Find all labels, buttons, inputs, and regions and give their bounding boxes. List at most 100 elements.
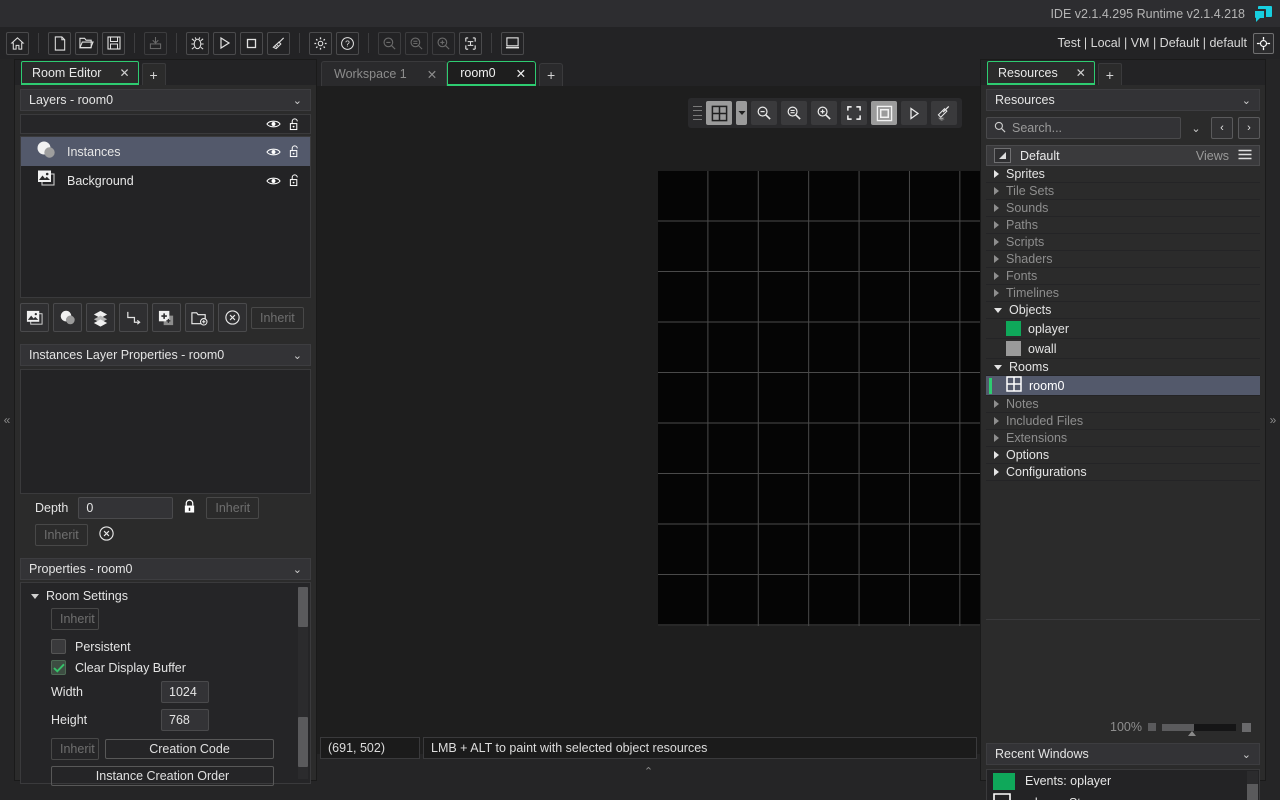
zoom-slider[interactable]: [1162, 723, 1236, 736]
tree-item-owall[interactable]: owall: [986, 339, 1260, 359]
room-canvas[interactable]: [317, 86, 1263, 754]
zoom-reset-icon[interactable]: [405, 31, 428, 55]
new-file-icon[interactable]: [48, 31, 71, 55]
tab-room0[interactable]: room0 ✕: [447, 61, 537, 86]
chevron-down-icon[interactable]: ⌄: [1242, 748, 1251, 761]
zoom-in-icon[interactable]: [432, 31, 455, 55]
tree-item-notes[interactable]: Notes: [986, 396, 1260, 413]
unlock-icon[interactable]: [289, 174, 300, 187]
recent-windows-scrollbar[interactable]: [1247, 771, 1258, 800]
stop-icon[interactable]: [240, 31, 263, 55]
add-editor-tab-button[interactable]: +: [539, 63, 564, 86]
layer-inherit-button[interactable]: Inherit: [251, 306, 304, 329]
tree-item-tile-sets[interactable]: Tile Sets: [986, 183, 1260, 200]
layers-section-header[interactable]: Layers - room0 ⌄: [20, 89, 311, 111]
persistent-row[interactable]: Persistent: [21, 636, 310, 657]
tree-item-included-files[interactable]: Included Files: [986, 413, 1260, 430]
path-layer-icon[interactable]: [119, 303, 148, 332]
show-viewport-button[interactable]: [871, 101, 897, 125]
width-input[interactable]: 1024: [161, 681, 209, 703]
instance-creation-order-button[interactable]: Instance Creation Order: [51, 766, 274, 786]
close-icon[interactable]: ✕: [427, 67, 437, 82]
zoom-out-icon[interactable]: [378, 31, 401, 55]
unlock-icon[interactable]: [289, 117, 300, 131]
tree-item-objects[interactable]: Objects: [986, 302, 1260, 319]
run-room-button[interactable]: [901, 101, 927, 125]
nav-next-button[interactable]: ›: [1238, 117, 1260, 139]
chat-bubble-icon[interactable]: [1255, 6, 1272, 22]
zoom-in-button[interactable]: [811, 101, 837, 125]
creation-code-button[interactable]: Creation Code: [105, 739, 274, 759]
tree-item-fonts[interactable]: Fonts: [986, 268, 1260, 285]
target-crosshair-icon[interactable]: [1253, 32, 1274, 54]
instances-layer-properties-header[interactable]: Instances Layer Properties - room0 ⌄: [20, 344, 311, 366]
clear-display-buffer-checkbox[interactable]: [51, 660, 66, 675]
chevron-down-icon[interactable]: ⌄: [293, 349, 302, 362]
recent-item-oplayer-step[interactable]: oplayer: Step: [987, 792, 1259, 800]
folder-add-icon[interactable]: [185, 303, 214, 332]
creation-inherit-button[interactable]: Inherit: [51, 738, 99, 760]
depth-input[interactable]: 0: [78, 497, 174, 519]
clear-circle-x-icon[interactable]: [98, 525, 115, 545]
resources-section-header[interactable]: Resources ⌄: [986, 89, 1260, 111]
build-target-label[interactable]: Test | Local | VM | Default | default: [1058, 36, 1247, 50]
eye-icon[interactable]: [266, 147, 281, 157]
layer-row-background[interactable]: Background: [21, 166, 310, 195]
tab-workspace-1[interactable]: Workspace 1 ✕: [321, 61, 448, 86]
room-settings-inherit-button[interactable]: Inherit: [51, 608, 99, 630]
search-filter-chevron-icon[interactable]: ⌄: [1186, 117, 1206, 139]
tree-item-extensions[interactable]: Extensions: [986, 430, 1260, 447]
import-icon[interactable]: [144, 31, 167, 55]
chevron-down-icon[interactable]: ⌄: [293, 94, 302, 107]
open-folder-icon[interactable]: [75, 31, 98, 55]
tiles-layer-icon[interactable]: [86, 303, 115, 332]
layer-row-instances[interactable]: Instances: [21, 137, 310, 166]
home-icon[interactable]: [6, 31, 29, 55]
save-icon[interactable]: [102, 31, 125, 55]
search-input[interactable]: Search...: [986, 117, 1181, 139]
add-tab-button[interactable]: +: [1097, 63, 1122, 85]
delete-circle-x-icon[interactable]: [218, 303, 247, 332]
tree-item-options[interactable]: Options: [986, 447, 1260, 464]
bottom-collapse-bar[interactable]: ⌃: [317, 761, 980, 781]
zoom-out-button[interactable]: [751, 101, 777, 125]
room-properties-header[interactable]: Properties - room0 ⌄: [20, 558, 311, 580]
nav-prev-button[interactable]: ‹: [1211, 117, 1233, 139]
tree-item-room0[interactable]: room0: [986, 376, 1260, 396]
help-question-icon[interactable]: ?: [336, 31, 359, 55]
instances-inherit-button[interactable]: Inherit: [35, 524, 88, 546]
depth-inherit-button[interactable]: Inherit: [206, 497, 260, 519]
clean-broom-icon[interactable]: [267, 31, 290, 55]
right-dock-collapse-handle[interactable]: »: [1266, 59, 1280, 781]
lock-closed-icon[interactable]: [183, 499, 196, 517]
tree-item-paths[interactable]: Paths: [986, 217, 1260, 234]
fit-icon[interactable]: [459, 31, 482, 55]
tree-item-timelines[interactable]: Timelines: [986, 285, 1260, 302]
hamburger-menu-icon[interactable]: [1238, 149, 1252, 163]
add-asset-icon[interactable]: [152, 303, 181, 332]
close-icon[interactable]: ✕: [516, 66, 526, 81]
debug-bug-icon[interactable]: [186, 31, 209, 55]
recent-item-events-oplayer[interactable]: Events: oplayer: [987, 770, 1259, 792]
recent-windows-header[interactable]: Recent Windows ⌄: [986, 743, 1260, 765]
chevron-down-icon[interactable]: ⌄: [293, 563, 302, 576]
clear-display-buffer-row[interactable]: Clear Display Buffer: [21, 657, 310, 678]
tree-item-rooms[interactable]: Rooms: [986, 359, 1260, 376]
fit-corners-button[interactable]: [841, 101, 867, 125]
height-input[interactable]: 768: [161, 709, 209, 731]
tree-item-sprites[interactable]: Sprites: [986, 166, 1260, 183]
resource-config-row[interactable]: Default Views: [986, 145, 1260, 166]
unlock-icon[interactable]: [289, 145, 300, 158]
zoom-slider-thumb[interactable]: [1188, 730, 1196, 736]
grid-toggle-button[interactable]: [706, 101, 732, 125]
tab-room-editor[interactable]: Room Editor ✕: [21, 61, 139, 85]
play-icon[interactable]: [213, 31, 236, 55]
image-layer-icon[interactable]: [20, 303, 49, 332]
room-settings-title-row[interactable]: Room Settings: [21, 583, 310, 606]
views-label[interactable]: Views: [1196, 149, 1229, 163]
chevron-down-icon[interactable]: ⌄: [1242, 94, 1251, 107]
display-icon[interactable]: [501, 31, 524, 55]
room-settings-scrollbar[interactable]: [298, 587, 308, 779]
tree-item-shaders[interactable]: Shaders: [986, 251, 1260, 268]
gear-icon[interactable]: [309, 31, 332, 55]
